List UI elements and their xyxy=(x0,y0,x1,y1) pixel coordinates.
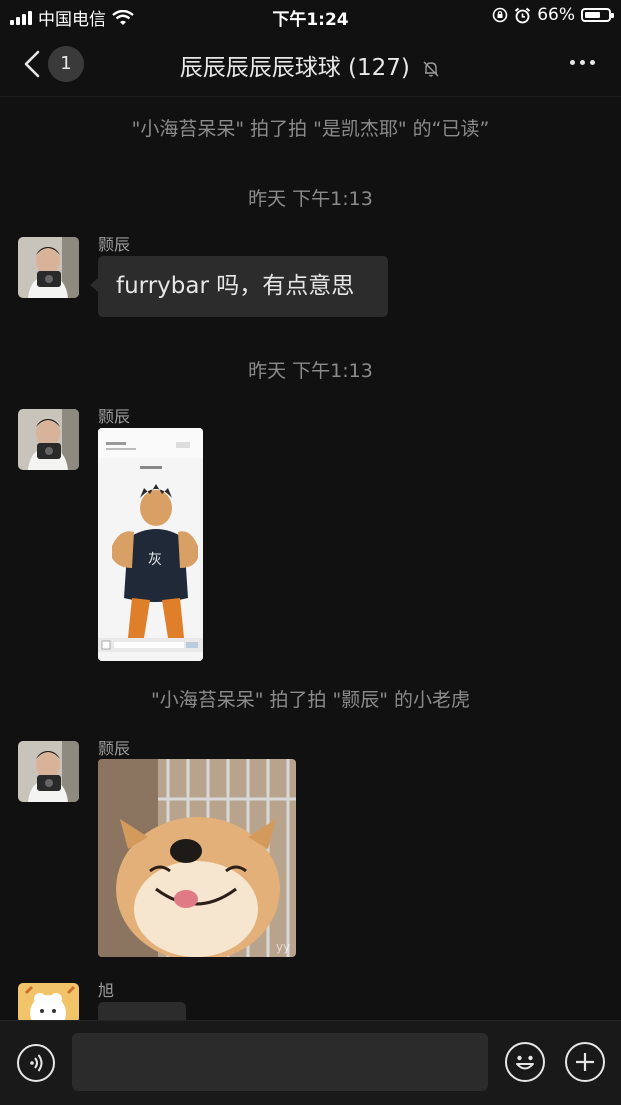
pat-notice: "小海苔呆呆" 拍了拍 "颢辰" 的小老虎 xyxy=(150,689,471,711)
timestamp: 昨天 下午1:13 xyxy=(248,360,373,382)
image-message-screenshot[interactable]: 灰 xyxy=(98,428,203,661)
svg-text:灰: 灰 xyxy=(148,552,162,568)
avatar[interactable] xyxy=(18,237,79,298)
back-chevron-icon[interactable] xyxy=(20,46,44,82)
unread-count-badge[interactable]: 1 xyxy=(48,46,84,82)
status-bar: 中国电信 下午1:24 66% xyxy=(0,0,621,32)
sender-name: 颢辰 xyxy=(98,235,131,254)
avatar[interactable] xyxy=(18,741,79,802)
sender-name: 旭 xyxy=(98,981,115,1000)
input-bar xyxy=(0,1020,621,1105)
sender-name: 颢辰 xyxy=(98,739,131,758)
chat-title-wrap[interactable]: 辰辰辰辰辰球球 (127) xyxy=(150,48,471,82)
mute-bell-icon xyxy=(423,61,439,77)
battery-percent: 66% xyxy=(537,5,575,25)
status-right: 66% xyxy=(492,5,614,25)
battery-icon xyxy=(581,8,614,22)
chat-header: 1 辰辰辰辰辰球球 (127) xyxy=(0,32,621,97)
emoji-icon[interactable] xyxy=(505,1042,545,1082)
timestamp: 昨天 下午1:13 xyxy=(248,188,373,210)
message-text: furrybar 吗，有点意思 xyxy=(116,273,355,299)
svg-text:yy: yy xyxy=(276,940,290,954)
avatar[interactable] xyxy=(18,409,79,470)
add-more-icon[interactable] xyxy=(565,1042,605,1082)
chat-title: 辰辰辰辰辰球球 (127) xyxy=(179,55,410,81)
pat-notice: "小海苔呆呆" 拍了拍 "是凯杰耶" 的“已读” xyxy=(131,118,490,140)
image-message-dog[interactable]: yy xyxy=(98,759,296,957)
orientation-lock-icon xyxy=(492,7,508,23)
sender-name: 颢辰 xyxy=(98,407,131,426)
message-input[interactable] xyxy=(72,1033,488,1091)
avatar[interactable] xyxy=(18,983,79,1023)
more-dots-icon[interactable] xyxy=(570,60,595,65)
alarm-icon xyxy=(515,7,531,23)
voice-input-icon[interactable] xyxy=(17,1044,55,1082)
text-message-bubble[interactable]: furrybar 吗，有点意思 xyxy=(90,256,388,317)
text-message-bubble[interactable] xyxy=(98,1002,186,1020)
